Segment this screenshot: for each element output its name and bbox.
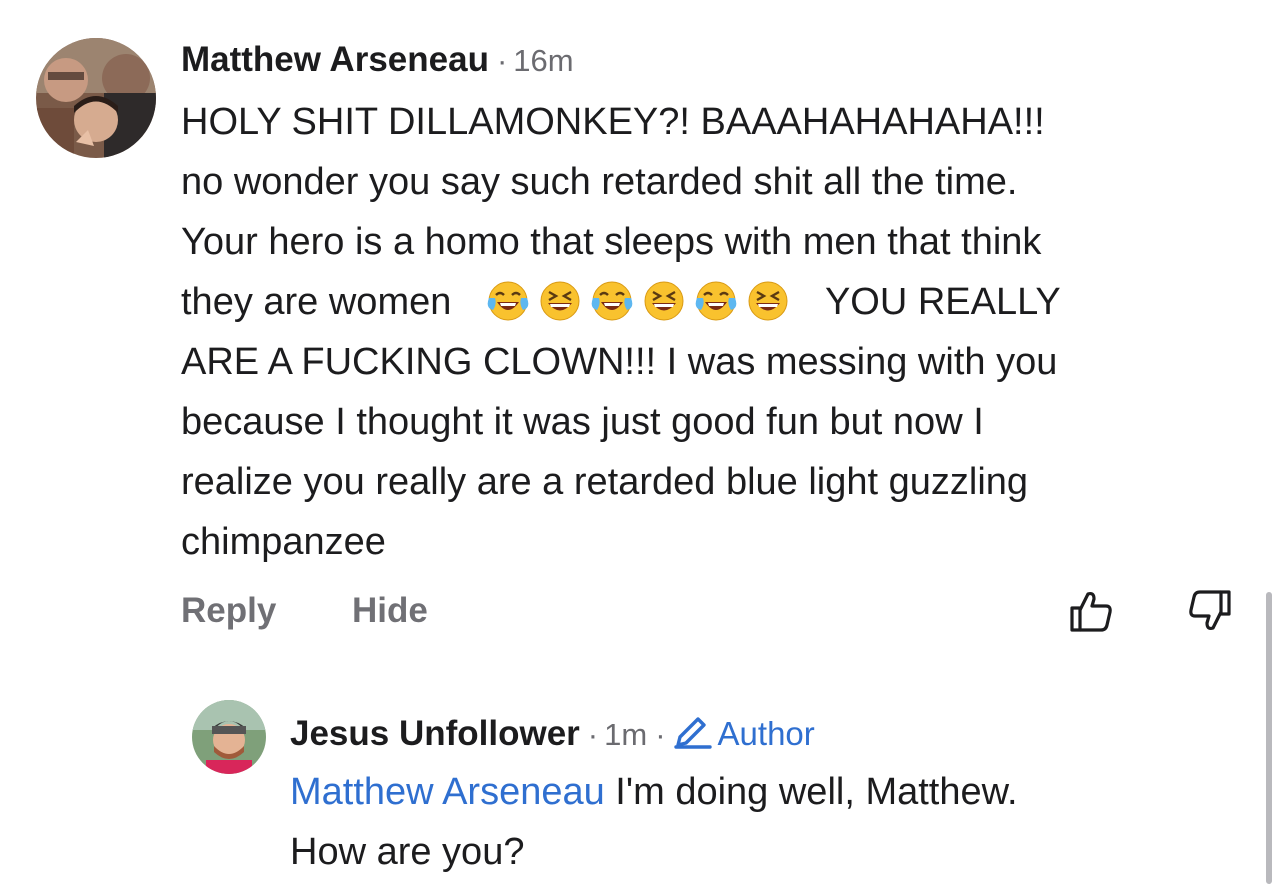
timestamp: 16m (513, 43, 574, 78)
reply-timestamp: 1m (604, 717, 648, 752)
reply-header: Jesus Unfollower · 1m · Author (290, 711, 815, 754)
separator-dot: · (655, 717, 666, 752)
thumbs-up-icon[interactable] (1068, 588, 1114, 634)
comment-line: chimpanzee (181, 521, 386, 563)
author-avatar[interactable] (36, 38, 156, 158)
reply-line: How are you? (290, 831, 525, 873)
reply-author-avatar[interactable] (192, 700, 266, 774)
comment-line: because I thought it was just good fun b… (181, 401, 984, 443)
reply-line: Matthew Arseneau I'm doing well, Matthew… (290, 762, 1250, 822)
hide-button[interactable]: Hide (352, 591, 428, 631)
comment-line: HOLY SHIT DILLAMONKEY?! BAAAHAHAHAHA!!! (181, 101, 1045, 143)
scrollbar[interactable] (1266, 592, 1272, 884)
comment-line: realize you really are a retarded blue l… (181, 461, 1029, 503)
tears-of-joy-emoji (487, 280, 529, 322)
reply-author-name[interactable]: Jesus Unfollower (290, 714, 580, 754)
reply-line-fragment: I'm doing well, Matthew. (604, 771, 1018, 813)
mention-link[interactable]: Matthew Arseneau (290, 771, 605, 813)
separator-dot: · (587, 717, 599, 752)
reply-button[interactable]: Reply (181, 591, 276, 631)
comment-line: no wonder you say such retarded shit all… (181, 161, 1018, 203)
author-name[interactable]: Matthew Arseneau (181, 40, 489, 80)
comment-line: ARE A FUCKING CLOWN!!! I was messing wit… (181, 341, 1058, 383)
comment-header: Matthew Arseneau · 16m (181, 40, 574, 80)
comment-text: HOLY SHIT DILLAMONKEY?! BAAAHAHAHAHA!!! … (181, 92, 1251, 572)
thumbs-down-icon[interactable] (1187, 588, 1233, 634)
grinning-squinting-emoji (747, 280, 789, 322)
pencil-icon (673, 717, 712, 749)
grinning-squinting-emoji (643, 280, 685, 322)
comment-line-with-emojis: they are women YOU REALLY (181, 272, 1251, 332)
author-badge-label: Author (717, 715, 815, 752)
separator-dot: · (496, 43, 508, 78)
author-badge: Author (672, 711, 815, 753)
reply-text: Matthew Arseneau I'm doing well, Matthew… (290, 762, 1250, 882)
comment-line-fragment: YOU REALLY (824, 281, 1061, 323)
comment-line: Your hero is a homo that sleeps with men… (181, 221, 1042, 263)
comment-line-fragment: they are women (181, 281, 452, 323)
tears-of-joy-emoji (591, 280, 633, 322)
tears-of-joy-emoji (695, 280, 737, 322)
grinning-squinting-emoji (539, 280, 581, 322)
